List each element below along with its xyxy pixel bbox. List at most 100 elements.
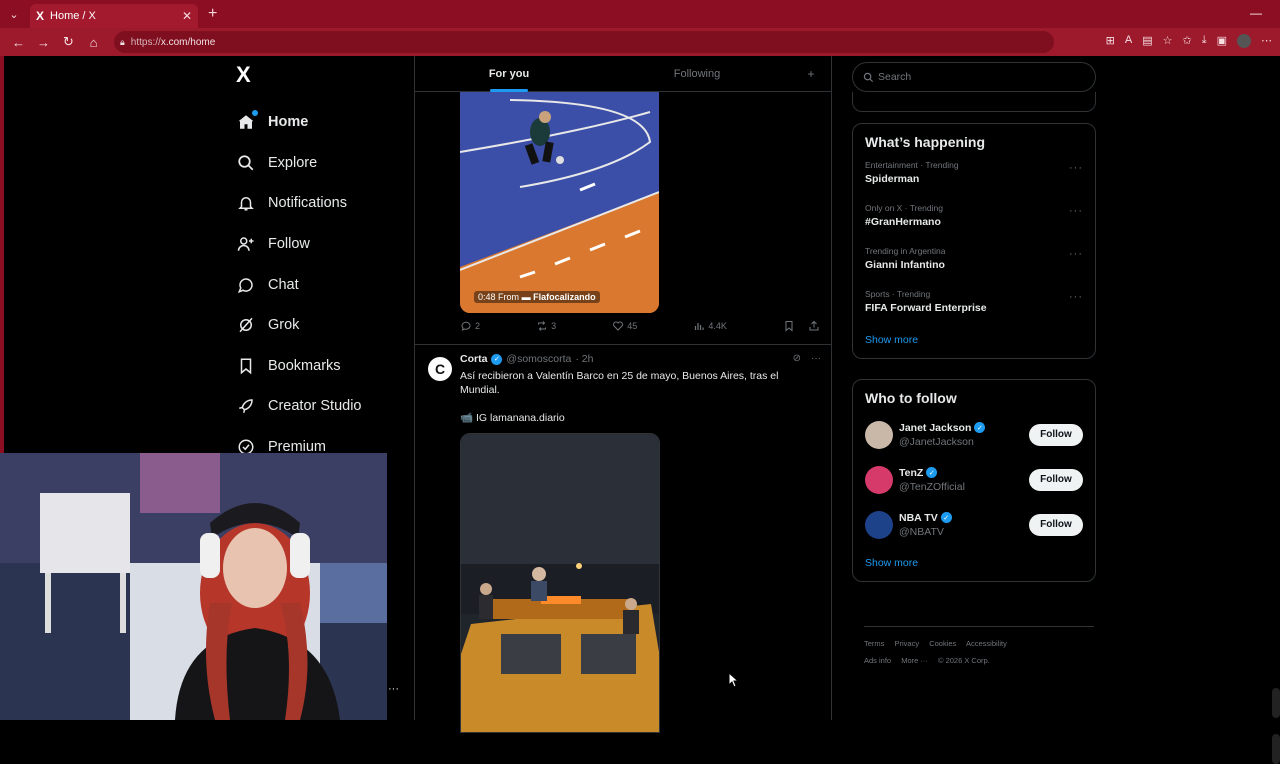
streamer-webcam-image — [0, 453, 387, 720]
tab-following[interactable]: Following — [603, 56, 791, 92]
bookmark-icon — [236, 356, 256, 376]
nav-item-home[interactable]: Home — [236, 102, 362, 143]
trend-item[interactable]: Only on X · Trending #GranHermano ··· — [853, 195, 1095, 238]
translate-icon[interactable]: A — [1125, 34, 1132, 48]
close-tab-icon[interactable]: ✕ — [182, 9, 192, 23]
search-input[interactable]: Search — [852, 62, 1096, 92]
follow-button[interactable]: Follow — [1029, 513, 1083, 536]
more-options-icon[interactable]: ··· — [1069, 205, 1083, 217]
author-name[interactable]: Corta — [460, 353, 487, 365]
follow-suggestion[interactable]: NBA TV ✓ @NBATV Follow — [853, 502, 1095, 547]
trend-item[interactable]: Sports · Trending FIFA Forward Enterpris… — [853, 281, 1095, 324]
trend-context: Entertainment · Trending — [865, 160, 959, 170]
collections-icon[interactable]: ✩ — [1183, 34, 1192, 48]
verified-badge-icon: ✓ — [926, 467, 938, 478]
avatar[interactable]: C — [428, 357, 452, 381]
repost-button[interactable]: 3 — [536, 320, 556, 332]
scroll-handle[interactable] — [1272, 734, 1280, 764]
search-placeholder: Search — [878, 71, 912, 83]
more-options-icon[interactable]: ··· — [1069, 248, 1083, 260]
home-icon[interactable]: ⌂ — [81, 35, 106, 50]
avatar[interactable] — [865, 510, 893, 539]
browser-tab-home[interactable]: X Home / X ✕ — [30, 4, 198, 28]
tweet[interactable]: C Corta ✓ @somoscorta · 2h ⊘ ··· Así rec… — [415, 344, 831, 733]
footer-link[interactable]: Ads info — [864, 656, 891, 665]
grok-icon — [236, 315, 256, 335]
more-options-icon[interactable]: ··· — [811, 353, 821, 364]
reply-icon — [461, 321, 471, 331]
nav-item-creator-studio[interactable]: Creator Studio — [236, 386, 362, 427]
show-more-link[interactable]: Show more — [853, 547, 1095, 581]
verified-badge-icon: ✓ — [491, 353, 503, 365]
verified-badge-icon: ✓ — [974, 422, 986, 433]
add-tab-button[interactable]: + — [791, 67, 831, 81]
futsal-court-image — [460, 92, 659, 313]
tweet-actions: 2 3 45 4.4K — [460, 320, 820, 332]
avatar[interactable] — [865, 465, 893, 494]
heart-icon — [613, 321, 624, 331]
url-field[interactable]: 🔒︎ https://x.com/home — [114, 31, 1054, 53]
nav-item-grok[interactable]: Grok — [236, 305, 362, 346]
new-tab-button[interactable]: + — [208, 5, 217, 23]
tab-list-chevron-icon[interactable]: ⌄ — [0, 0, 28, 28]
video-source[interactable]: Flafocalizando — [533, 292, 596, 302]
refresh-icon[interactable]: ↻ — [56, 34, 81, 50]
nav-item-bookmarks[interactable]: Bookmarks — [236, 346, 362, 387]
views-button[interactable]: 4.4K — [693, 320, 727, 332]
tweet-header: Corta ✓ @somoscorta · 2h — [460, 353, 593, 365]
footer-link[interactable]: Accessibility — [966, 639, 1007, 648]
more-icon[interactable]: ⋯ — [1261, 34, 1272, 48]
show-more-link[interactable]: Show more — [853, 324, 1095, 358]
bookmark-button[interactable] — [783, 320, 820, 332]
celebration-image — [461, 434, 659, 732]
nav-item-follow[interactable]: Follow — [236, 224, 362, 265]
tab-label: Following — [673, 67, 721, 80]
video-source-icon: ▬ — [521, 292, 531, 302]
trend-item[interactable]: Entertainment · Trending Spiderman ··· — [853, 152, 1095, 195]
footer-link[interactable]: Terms — [864, 639, 884, 648]
follow-suggestion[interactable]: Janet Jackson ✓ @JanetJackson Follow — [853, 412, 1095, 457]
reader-icon[interactable]: ▤ — [1142, 34, 1152, 48]
video-overlay: 0:48 From ▬ Flafocalizando — [474, 291, 600, 303]
screenshot-icon[interactable]: ▣ — [1217, 34, 1227, 48]
follow-suggestion[interactable]: TenZ ✓ @TenZOfficial Follow — [853, 457, 1095, 502]
tweet-video[interactable]: 0:48 From ▬ Flafocalizando — [460, 92, 659, 313]
overlay-more-icon[interactable]: ··· — [388, 683, 399, 695]
tweet-video[interactable] — [460, 433, 660, 733]
view-count: 4.4K — [708, 321, 727, 331]
scroll-handle[interactable] — [1272, 688, 1280, 718]
trend-item[interactable]: Trending in Argentina Gianni Infantino ·… — [853, 238, 1095, 281]
forward-icon[interactable]: → — [31, 35, 56, 50]
favorite-icon[interactable]: ☆ — [1163, 34, 1173, 48]
nav-item-explore[interactable]: Explore — [236, 143, 362, 184]
trend-context: Sports · Trending — [865, 289, 931, 299]
footer-link[interactable]: More ··· — [901, 656, 928, 665]
footer-link[interactable]: Cookies — [929, 639, 956, 648]
back-icon[interactable]: ← — [6, 35, 31, 50]
grok-explain-icon[interactable]: ⊘ — [793, 353, 801, 364]
profile-avatar-icon[interactable] — [1237, 34, 1251, 48]
footer-link[interactable]: Privacy — [895, 639, 920, 648]
minimize-icon[interactable]: — — [1250, 6, 1262, 20]
copyright: © 2026 X Corp. — [937, 656, 990, 665]
more-options-icon[interactable]: ··· — [1069, 291, 1083, 303]
like-button[interactable]: 45 — [612, 320, 637, 332]
more-options-icon[interactable]: ··· — [1069, 162, 1083, 174]
apps-icon[interactable]: ⊞ — [1106, 34, 1115, 48]
reply-button[interactable]: 2 — [460, 320, 480, 332]
share-button[interactable] — [808, 320, 820, 332]
tab-label: For you — [488, 67, 530, 80]
follow-button[interactable]: Follow — [1029, 468, 1083, 491]
author-handle[interactable]: @somoscorta — [506, 353, 571, 365]
repost-icon — [538, 321, 547, 331]
tweet-time[interactable]: · 2h — [575, 353, 593, 365]
follow-button[interactable]: Follow — [1029, 423, 1083, 446]
download-icon[interactable]: ⤓ — [1202, 34, 1207, 48]
x-logo-icon[interactable]: X — [236, 64, 258, 86]
search-icon — [863, 72, 874, 82]
nav-label: Creator Studio — [268, 398, 362, 415]
nav-item-chat[interactable]: Chat — [236, 264, 362, 305]
nav-item-notifications[interactable]: Notifications — [236, 183, 362, 224]
avatar[interactable] — [865, 420, 893, 449]
tab-for-you[interactable]: For you — [415, 56, 603, 92]
